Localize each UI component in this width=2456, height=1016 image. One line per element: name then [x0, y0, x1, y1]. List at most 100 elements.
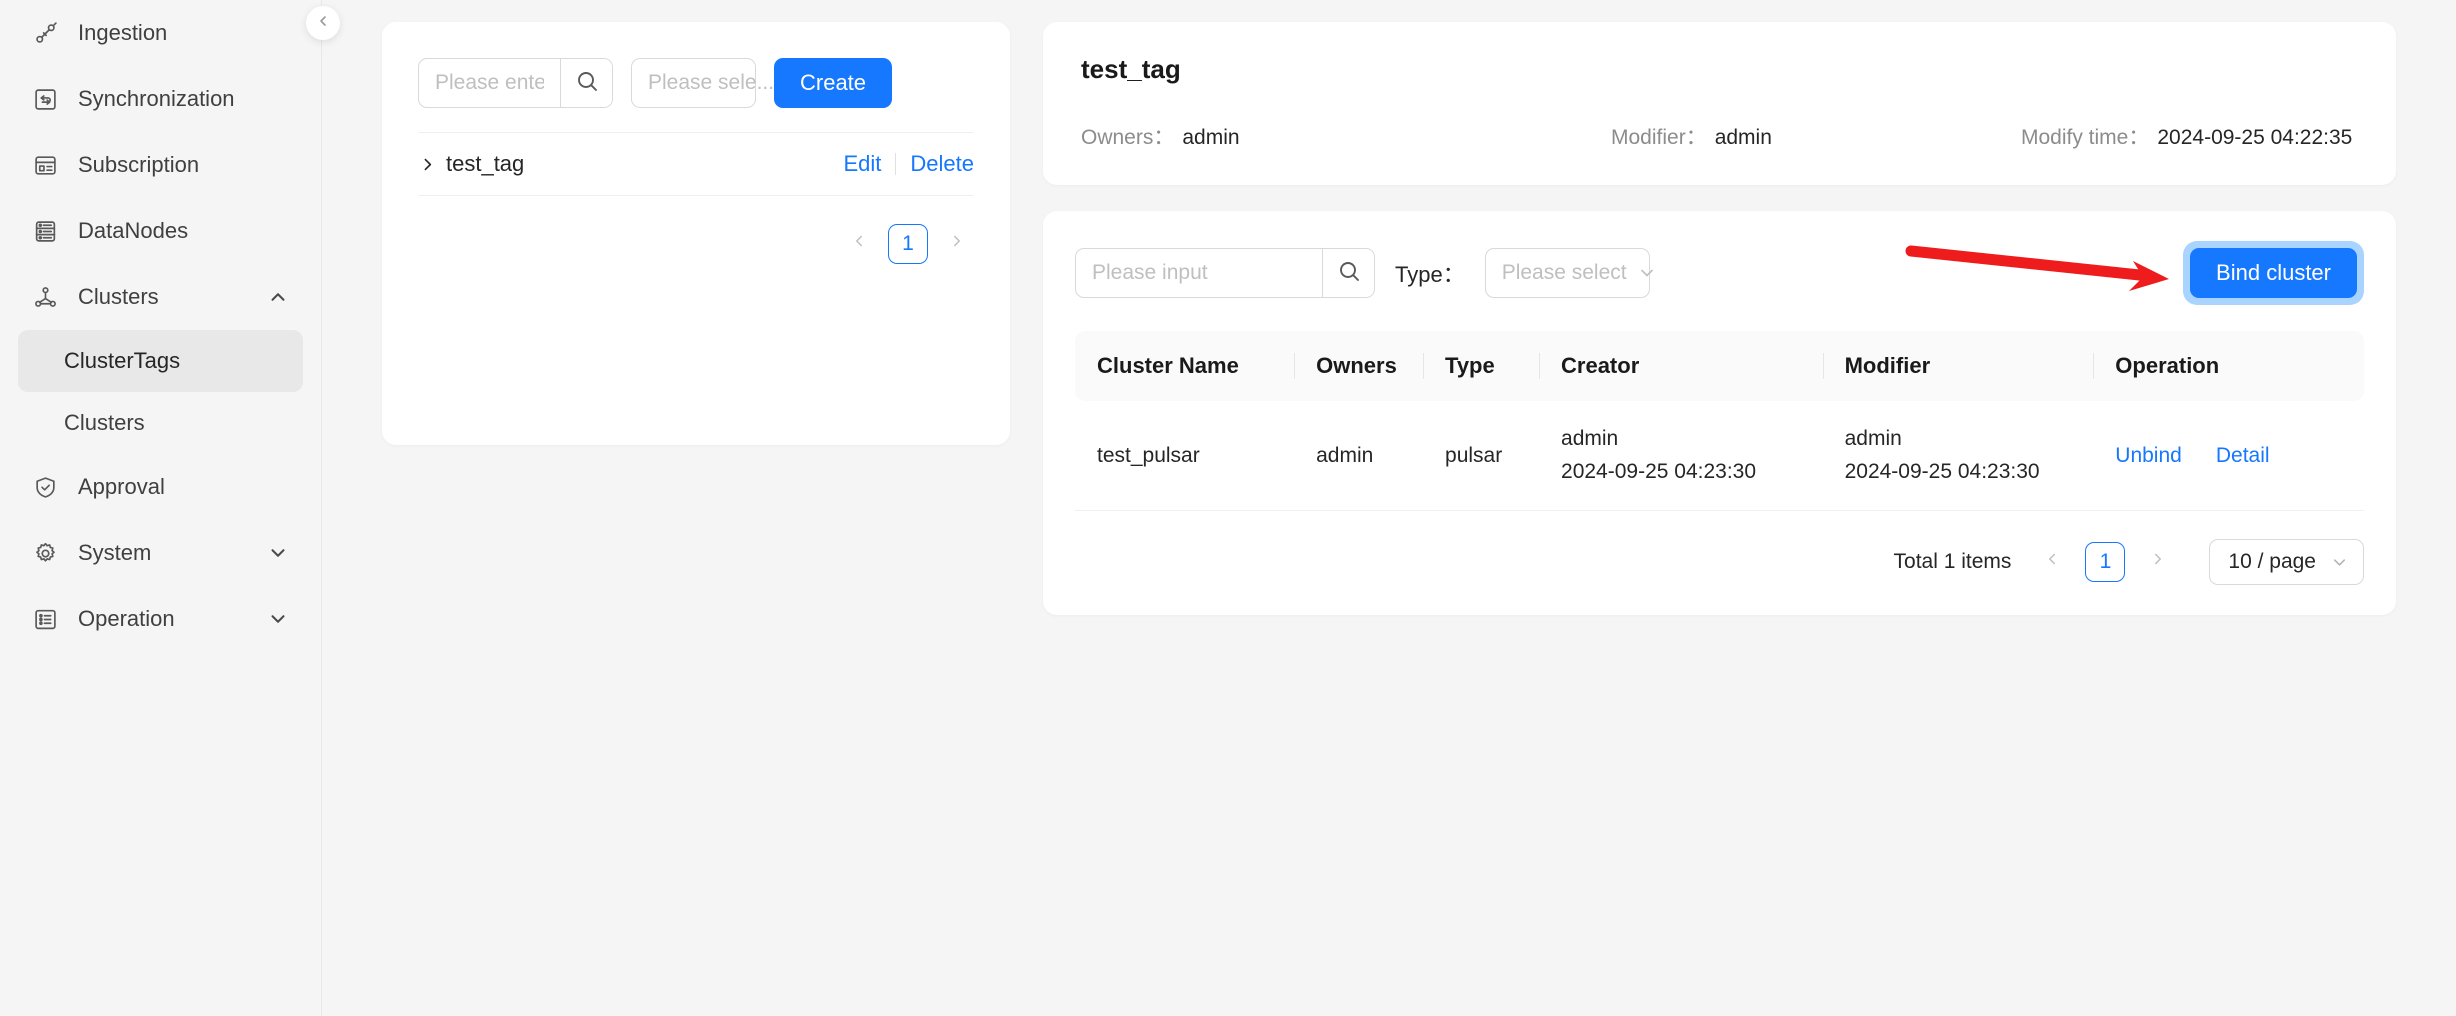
meta-owners: Owners： admin	[1081, 121, 1611, 151]
chevron-down-icon[interactable]	[265, 606, 291, 632]
sidebar-item-datanodes[interactable]: DataNodes	[0, 198, 321, 264]
tag-type-select-placeholder: Please sele...	[648, 71, 774, 95]
modifier-time: 2024-09-25 04:23:30	[1845, 456, 2094, 489]
page-number-1[interactable]: 1	[2085, 542, 2125, 582]
page-size-value: 10 / page	[2228, 550, 2316, 574]
cluster-tags-panel: Please sele... Create test_tag Edit	[382, 22, 1010, 445]
cluster-node-icon	[30, 282, 60, 312]
sidebar-item-label: Operation	[78, 606, 265, 632]
column-header-creator: Creator	[1539, 331, 1823, 401]
prev-page-button[interactable]	[842, 227, 876, 261]
cell-modifier: admin 2024-09-25 04:23:30	[1823, 401, 2094, 511]
sidebar-item-label: Approval	[78, 474, 291, 500]
page-size-select[interactable]: 10 / page	[2209, 539, 2364, 585]
column-header-operation: Operation	[2093, 331, 2364, 401]
chevron-left-icon	[2043, 550, 2061, 574]
column-header-modifier: Modifier	[1823, 331, 2094, 401]
sidebar-item-clustertags[interactable]: ClusterTags	[18, 330, 303, 392]
sidebar-item-label: Ingestion	[78, 20, 291, 46]
cell-cluster-name: test_pulsar	[1075, 401, 1294, 511]
meta-modifier-value: admin	[1715, 126, 1772, 150]
red-arrow-annotation	[1905, 237, 2195, 297]
create-button[interactable]: Create	[774, 58, 892, 108]
tag-type-select[interactable]: Please sele...	[631, 58, 756, 108]
sidebar-item-system[interactable]: System	[0, 520, 321, 586]
modifier-user: admin	[1845, 423, 2094, 456]
sidebar-item-clusters-child[interactable]: Clusters	[18, 392, 303, 454]
meta-owners-label: Owners：	[1081, 121, 1174, 151]
collapse-sidebar-button[interactable]	[306, 6, 340, 40]
cell-operation: Unbind Detail	[2093, 401, 2364, 511]
database-list-icon	[30, 216, 60, 246]
tag-list-item[interactable]: test_tag Edit Delete	[418, 132, 974, 196]
meta-modify-time-label: Modify time：	[2021, 121, 2149, 151]
chevron-down-icon[interactable]	[265, 540, 291, 566]
sidebar-item-operation[interactable]: Operation	[0, 586, 321, 652]
sidebar-subitem-label: ClusterTags	[64, 348, 180, 374]
chevron-left-icon	[850, 232, 868, 256]
type-filter-label: Type：	[1395, 257, 1465, 289]
tag-detail-panel: test_tag Owners： admin Modifier： admin M…	[1043, 22, 2396, 185]
chevron-right-icon	[2149, 550, 2167, 574]
next-page-button[interactable]	[940, 227, 974, 261]
column-header-owners: Owners	[1294, 331, 1423, 401]
action-divider	[895, 153, 896, 175]
tag-search-button[interactable]	[560, 59, 612, 107]
sync-box-icon	[30, 84, 60, 114]
sidebar-item-label: Subscription	[78, 152, 291, 178]
table-pagination: Total 1 items 1 10 / page	[1075, 539, 2364, 585]
column-header-cluster-name: Cluster Name	[1075, 331, 1294, 401]
table-header-row: Cluster Name Owners Type Creator Modifie…	[1075, 331, 2364, 401]
meta-modifier: Modifier： admin	[1611, 121, 2021, 151]
shield-check-icon	[30, 472, 60, 502]
chevron-right-icon[interactable]	[418, 155, 436, 173]
type-filter-placeholder: Please select	[1502, 261, 1627, 285]
tag-meta-row: Owners： admin Modifier： admin Modify tim…	[1081, 121, 2358, 151]
chevron-up-icon[interactable]	[265, 284, 291, 310]
meta-modifier-label: Modifier：	[1611, 121, 1707, 151]
subscription-icon	[30, 150, 60, 180]
cluster-search-button[interactable]	[1322, 249, 1374, 297]
sidebar-item-clusters[interactable]: Clusters	[0, 264, 321, 330]
unbind-link[interactable]: Unbind	[2115, 444, 2182, 468]
next-page-button[interactable]	[2141, 545, 2175, 579]
sidebar-item-label: Clusters	[78, 284, 265, 310]
type-filter-select[interactable]: Please select	[1485, 248, 1650, 298]
tag-name-wrap: test_tag	[418, 151, 524, 177]
bound-clusters-panel: Type： Please select Bind cluster	[1043, 211, 2396, 615]
cluster-search-input[interactable]	[1076, 249, 1322, 297]
sidebar-item-label: DataNodes	[78, 218, 291, 244]
chevron-down-icon	[2330, 553, 2349, 572]
chevron-down-icon	[1637, 263, 1657, 283]
sidebar: Ingestion Synchronization	[0, 0, 322, 1016]
cell-creator: admin 2024-09-25 04:23:30	[1539, 401, 1823, 511]
meta-modify-time-value: 2024-09-25 04:22:35	[2157, 126, 2352, 150]
main-content: Please sele... Create test_tag Edit	[322, 0, 2456, 1016]
sidebar-item-subscription[interactable]: Subscription	[0, 132, 321, 198]
sidebar-item-label: System	[78, 540, 265, 566]
tag-search-group[interactable]	[418, 58, 613, 108]
tag-search-input[interactable]	[419, 59, 560, 107]
bind-cluster-focus-ring: Bind cluster	[2183, 241, 2364, 305]
meta-owners-value: admin	[1182, 126, 1239, 150]
bound-clusters-table: Cluster Name Owners Type Creator Modifie…	[1075, 331, 2364, 511]
sidebar-subitem-label: Clusters	[64, 410, 145, 436]
delete-link[interactable]: Delete	[910, 151, 974, 177]
cell-owners: admin	[1294, 401, 1423, 511]
cluster-search-group[interactable]	[1075, 248, 1375, 298]
meta-modify-time: Modify time： 2024-09-25 04:22:35	[2021, 121, 2352, 151]
edit-link[interactable]: Edit	[843, 151, 881, 177]
sidebar-item-synchronization[interactable]: Synchronization	[0, 66, 321, 132]
page-number-1[interactable]: 1	[888, 224, 928, 264]
row-operations: Unbind Detail	[2115, 444, 2364, 468]
total-items-text: Total 1 items	[1894, 550, 2012, 574]
sidebar-item-ingestion[interactable]: Ingestion	[0, 0, 321, 66]
page-title: test_tag	[1081, 54, 2358, 85]
sidebar-item-approval[interactable]: Approval	[0, 454, 321, 520]
prev-page-button[interactable]	[2035, 545, 2069, 579]
detail-link[interactable]: Detail	[2216, 444, 2270, 468]
chevron-right-icon	[948, 232, 966, 256]
sidebar-item-label: Synchronization	[78, 86, 291, 112]
bind-cluster-button[interactable]: Bind cluster	[2190, 248, 2357, 298]
app-root: Ingestion Synchronization	[0, 0, 2456, 1016]
